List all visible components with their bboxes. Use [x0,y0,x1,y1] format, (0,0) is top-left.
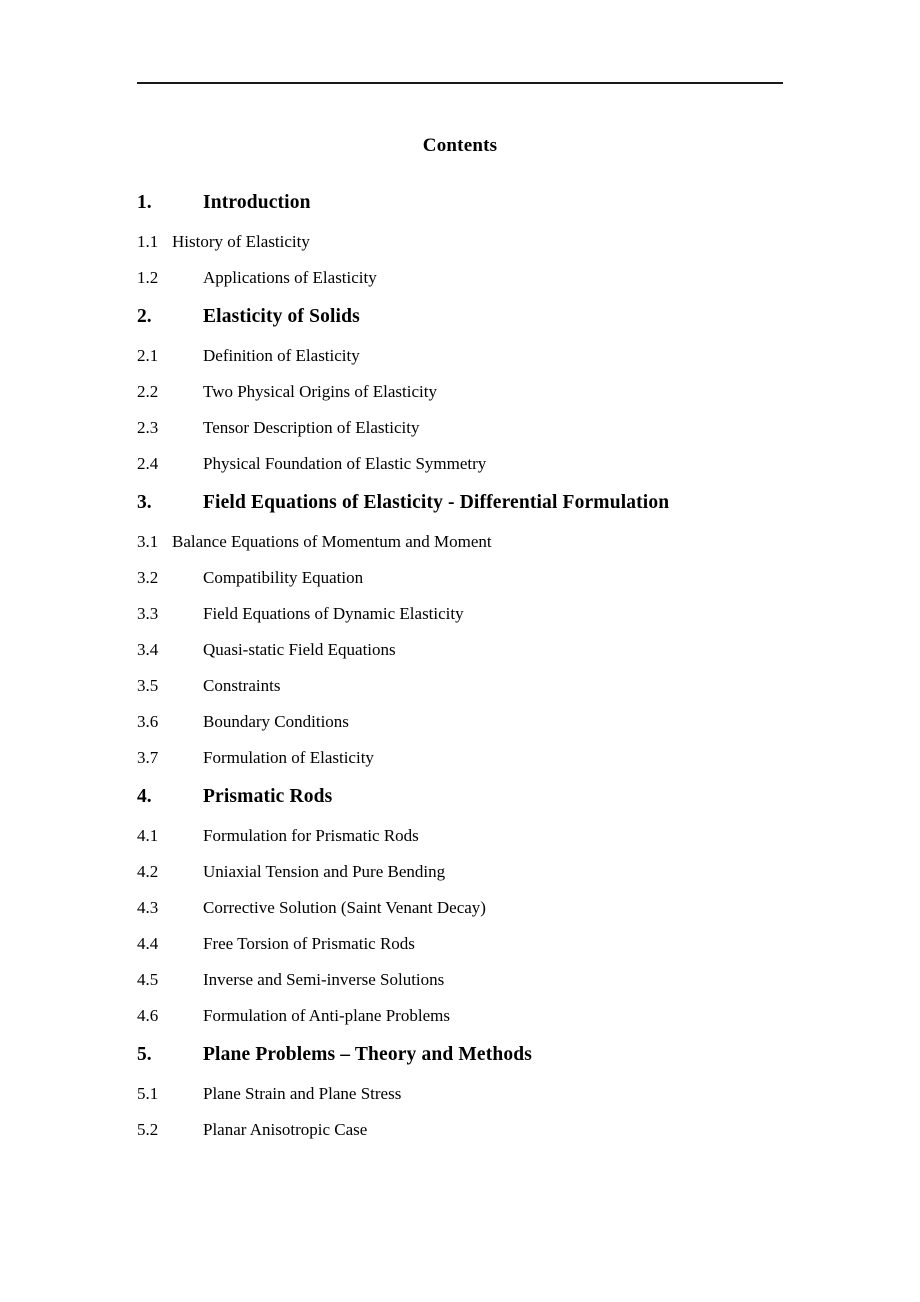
toc-entry-number: 3.1 [137,532,159,551]
toc-entry-title: Tensor Description of Elasticity [203,418,420,437]
toc-entry-number: 2. [137,306,152,327]
toc-entry-number: 5.1 [137,1084,159,1103]
toc-entry-title: Prismatic Rods [203,786,333,807]
toc-entry-number: 3.6 [137,712,159,731]
toc-section-entry[interactable]: 5.2 Planar Anisotropic Case [137,1112,837,1148]
toc-entry-number: 2.1 [137,346,159,365]
toc-entry-number: 1. [137,192,152,213]
toc-entry-title: Field Equations of Dynamic Elasticity [203,604,464,623]
toc-section-entry[interactable]: 4.4 Free Torsion of Prismatic Rods [137,926,837,962]
toc-entry-number: 4.5 [137,970,159,989]
toc-entry-number: 3. [137,492,152,513]
toc-entry-title: Physical Foundation of Elastic Symmetry [203,454,487,473]
toc-entry-title: Applications of Elasticity [203,268,377,287]
toc-entry-number: 4.6 [137,1006,159,1025]
toc-section-entry[interactable]: 3.3 Field Equations of Dynamic Elasticity [137,596,837,632]
toc-entry-number: 3.3 [137,604,159,623]
toc-section-entry[interactable]: 3.5 Constraints [137,668,837,704]
toc-entry-title: Field Equations of Elasticity - Differen… [203,492,670,513]
header-rule [137,82,783,84]
toc-section-entry[interactable]: 2.4 Physical Foundation of Elastic Symmet… [137,446,837,482]
table-of-contents: 1. Introduction 1.1 History of Elasticity 1.… [137,182,837,1148]
toc-entry-number: 4.3 [137,898,159,917]
toc-entry-number: 4. [137,786,152,807]
toc-section-entry[interactable]: 5.1 Plane Strain and Plane Stress [137,1076,837,1112]
toc-entry-number: 4.1 [137,826,159,845]
toc-entry-number: 4.2 [137,862,159,881]
toc-entry-title: Definition of Elasticity [203,346,360,365]
toc-entry-title: Formulation for Prismatic Rods [203,826,419,845]
toc-entry-number: 4.4 [137,934,159,953]
toc-section-entry[interactable]: 3.4 Quasi-static Field Equations [137,632,837,668]
toc-section-entry[interactable]: 1.2 Applications of Elasticity [137,260,837,296]
toc-section-entry[interactable]: 4.1 Formulation for Prismatic Rods [137,818,837,854]
toc-entry-title: Corrective Solution (Saint Venant Decay) [203,898,486,917]
toc-entry-number: 1.1 [137,232,159,251]
toc-entry-number: 3.4 [137,640,159,659]
toc-entry-title: Formulation of Anti-plane Problems [203,1006,450,1025]
toc-section-entry[interactable]: 3.6 Boundary Conditions [137,704,837,740]
toc-chapter-entry[interactable]: 3. Field Equations of Elasticity - Differ… [137,482,837,524]
toc-entry-title: Uniaxial Tension and Pure Bending [203,862,446,881]
toc-entry-title: Introduction [203,192,311,213]
toc-section-entry[interactable]: 1.1 History of Elasticity [137,224,837,260]
toc-entry-title: Inverse and Semi-inverse Solutions [203,970,445,989]
toc-section-entry[interactable]: 3.2 Compatibility Equation [137,560,837,596]
toc-chapter-entry[interactable]: 5. Plane Problems – Theory and Methods [137,1034,837,1076]
toc-section-entry[interactable]: 2.2 Two Physical Origins of Elasticity [137,374,837,410]
toc-section-entry[interactable]: 4.3 Corrective Solution (Saint Venant Dec… [137,890,837,926]
toc-entry-title: Plane Strain and Plane Stress [203,1084,402,1103]
toc-entry-number: 2.2 [137,382,159,401]
toc-entry-number: 3.2 [137,568,159,587]
toc-entry-title: Two Physical Origins of Elasticity [203,382,437,401]
toc-entry-number: 5.2 [137,1120,159,1139]
toc-entry-title: Formulation of Elasticity [203,748,374,767]
toc-entry-title: Balance Equations of Momentum and Moment [172,532,492,551]
toc-entry-title: Elasticity of Solids [203,306,360,327]
toc-section-entry[interactable]: 2.1 Definition of Elasticity [137,338,837,374]
toc-section-entry[interactable]: 3.1 Balance Equations of Momentum and Mom… [137,524,837,560]
toc-entry-number: 1.2 [137,268,159,287]
toc-entry-title: Constraints [203,676,281,695]
toc-section-entry[interactable]: 4.5 Inverse and Semi-inverse Solutions [137,962,837,998]
toc-section-entry[interactable]: 3.7 Formulation of Elasticity [137,740,837,776]
toc-entry-title: Free Torsion of Prismatic Rods [203,934,415,953]
toc-section-entry[interactable]: 4.2 Uniaxial Tension and Pure Bending [137,854,837,890]
toc-section-entry[interactable]: 2.3 Tensor Description of Elasticity [137,410,837,446]
toc-entry-title: Boundary Conditions [203,712,349,731]
toc-entry-number: 3.7 [137,748,159,767]
toc-chapter-entry[interactable]: 1. Introduction [137,182,837,224]
toc-entry-number: 2.3 [137,418,159,437]
toc-entry-number: 5. [137,1044,152,1065]
toc-chapter-entry[interactable]: 4. Prismatic Rods [137,776,837,818]
toc-section-entry[interactable]: 4.6 Formulation of Anti-plane Problems [137,998,837,1034]
toc-entry-title: Quasi-static Field Equations [203,640,396,659]
toc-chapter-entry[interactable]: 2. Elasticity of Solids [137,296,837,338]
toc-entry-title: Planar Anisotropic Case [203,1120,368,1139]
toc-entry-number: 2.4 [137,454,159,473]
toc-entry-title: History of Elasticity [172,232,310,251]
toc-entry-title: Plane Problems – Theory and Methods [203,1044,532,1065]
toc-entry-number: 3.5 [137,676,159,695]
page-title: Contents [422,135,498,156]
toc-entry-title: Compatibility Equation [203,568,364,587]
document-page: Contents 1. Introduction 1.1 History of Ela… [0,0,920,1302]
